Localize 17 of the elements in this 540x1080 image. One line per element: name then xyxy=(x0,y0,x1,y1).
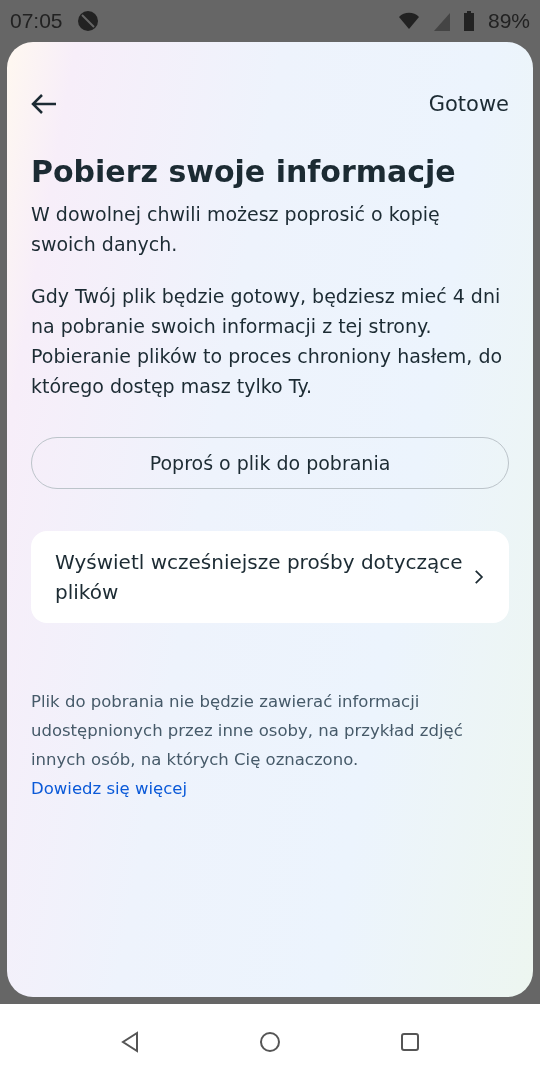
description-text: W dowolnej chwili możesz poprosić o kopię swoich danych. xyxy=(31,202,441,257)
note-text: Plik do pobrania nie będzie zawierać informacji udostępnionych przez inne osoby, na przykład zdjęć innych osób, na których Cię oznaczono. Dowiedz się więcej xyxy=(31,691,464,800)
signal-icon xyxy=(433,11,450,31)
back-arrow-icon[interactable] xyxy=(31,94,57,114)
page-title: Pobierz swoje informacje xyxy=(31,154,457,189)
wifi-icon xyxy=(397,11,420,31)
learn-more-link[interactable]: Dowiedz się więcej xyxy=(31,779,188,798)
home-nav-icon[interactable] xyxy=(259,1031,281,1053)
battery-level: 89% xyxy=(487,9,530,33)
chevron-right-icon xyxy=(474,568,485,586)
previous-requests-item[interactable]: Wyświetl wcześniejsze prośby dotyczące plików xyxy=(31,531,509,623)
description-text: Gdy Twój plik będzie gotowy, będziesz mieć 4 dni na pobranie swoich informacji z tej strony. Pobieranie plików to proces chroniony hasłem, do którego dostęp masz tylko Ty. xyxy=(31,284,504,399)
recents-nav-icon[interactable] xyxy=(399,1031,421,1053)
status-time: 07:05 xyxy=(10,9,63,33)
back-nav-icon[interactable] xyxy=(119,1031,141,1053)
done-link[interactable]: Gotowe xyxy=(428,92,509,116)
battery-icon xyxy=(463,11,474,31)
